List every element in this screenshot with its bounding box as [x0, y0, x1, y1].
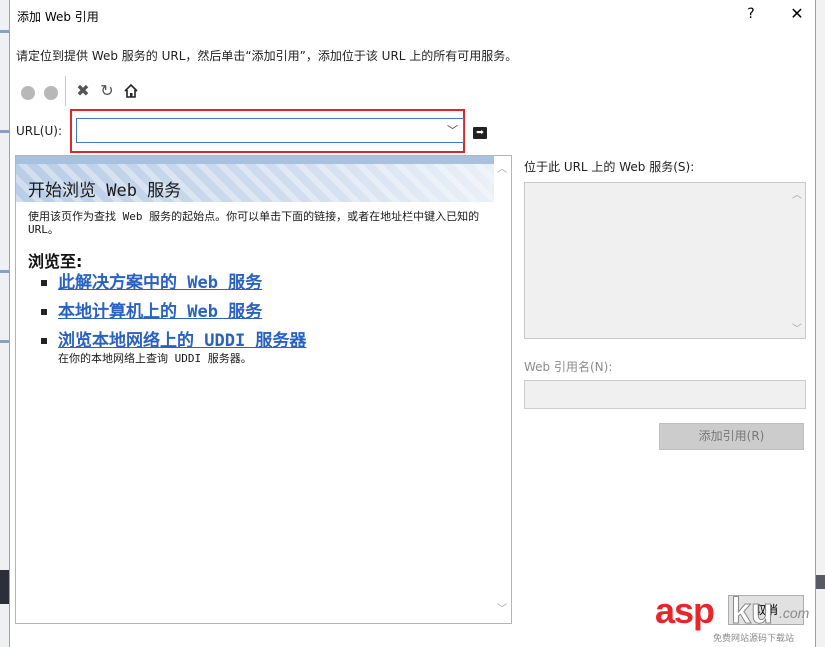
- watermark-logo: asp ku .com 免费网站源码下载站: [655, 590, 815, 645]
- help-button[interactable]: ?: [743, 6, 759, 24]
- link-local-machine-web-services[interactable]: 本地计算机上的 Web 服务: [58, 297, 262, 322]
- link-solution-web-services[interactable]: 此解决方案中的 Web 服务: [58, 268, 262, 293]
- refresh-icon[interactable]: ↻: [98, 81, 116, 101]
- browser-scrollbar[interactable]: ︿ ﹀: [494, 156, 511, 623]
- chevron-down-icon[interactable]: ﹀: [447, 122, 458, 138]
- forward-icon[interactable]: [44, 86, 58, 100]
- browser-page-title: 开始浏览 Web 服务: [28, 181, 182, 201]
- uddi-description: 在你的本地网络上查询 UDDI 服务器。: [58, 352, 252, 365]
- window-title: 添加 Web 引用: [17, 10, 99, 24]
- url-input[interactable]: [76, 118, 464, 143]
- instruction-text: 请定位到提供 Web 服务的 URL，然后单击“添加引用”，添加位于该 URL …: [16, 49, 518, 63]
- watermark-ku-text: ku: [730, 590, 774, 632]
- web-browser-pane: 开始浏览 Web 服务 ︿ ﹀ 使用该页作为查找 Web 服务的起始点。你可以单…: [15, 155, 512, 624]
- watermark-subtitle: 免费网站源码下载站: [713, 634, 795, 644]
- web-reference-name-label: Web 引用名(N):: [524, 360, 613, 374]
- web-reference-name-input[interactable]: [524, 380, 806, 409]
- banner-top-bar: [16, 156, 494, 164]
- watermark-asp-text: asp: [655, 590, 715, 631]
- go-arrow-icon[interactable]: ➡: [473, 127, 487, 139]
- watermark-com-text: .com: [779, 605, 810, 621]
- add-reference-button[interactable]: 添加引用(R): [659, 423, 804, 450]
- scroll-up-icon[interactable]: ︿: [792, 186, 802, 201]
- bullet-icon: [41, 280, 47, 286]
- toolbar-separator: [65, 76, 66, 106]
- background-marker: [0, 270, 9, 273]
- background-dark-block: [0, 570, 9, 604]
- background-window-edge-right: [816, 0, 825, 647]
- background-marker: [0, 30, 9, 33]
- link-browse-uddi-servers[interactable]: 浏览本地网络上的 UDDI 服务器: [58, 326, 306, 351]
- services-list[interactable]: ︿ ﹀: [524, 182, 806, 339]
- scroll-down-icon[interactable]: ﹀: [792, 320, 802, 335]
- background-marker: [0, 130, 9, 133]
- scroll-up-icon[interactable]: ︿: [497, 160, 507, 175]
- background-dark-block: [816, 575, 825, 589]
- title-bar[interactable]: 添加 Web 引用 ? ✕: [10, 0, 815, 31]
- background-marker: [0, 340, 9, 343]
- browser-header-banner: 开始浏览 Web 服务: [16, 156, 494, 202]
- browser-toolbar: ✖ ↻: [10, 74, 815, 112]
- back-icon[interactable]: [21, 86, 35, 100]
- browser-description: 使用该页作为查找 Web 服务的起始点。你可以单击下面的链接，或者在地址栏中键入…: [28, 210, 480, 236]
- home-icon[interactable]: [122, 81, 140, 101]
- add-web-reference-dialog: 添加 Web 引用 ? ✕ 请定位到提供 Web 服务的 URL，然后单击“添加…: [9, 0, 816, 647]
- stop-icon[interactable]: ✖: [74, 81, 92, 101]
- bullet-icon: [41, 309, 47, 315]
- services-label: 位于此 URL 上的 Web 服务(S):: [524, 160, 695, 174]
- url-label: URL(U):: [16, 124, 62, 138]
- background-window-edge-left: [0, 0, 9, 647]
- close-button[interactable]: ✕: [787, 4, 807, 24]
- scroll-down-icon[interactable]: ﹀: [497, 600, 507, 615]
- bullet-icon: [41, 338, 47, 344]
